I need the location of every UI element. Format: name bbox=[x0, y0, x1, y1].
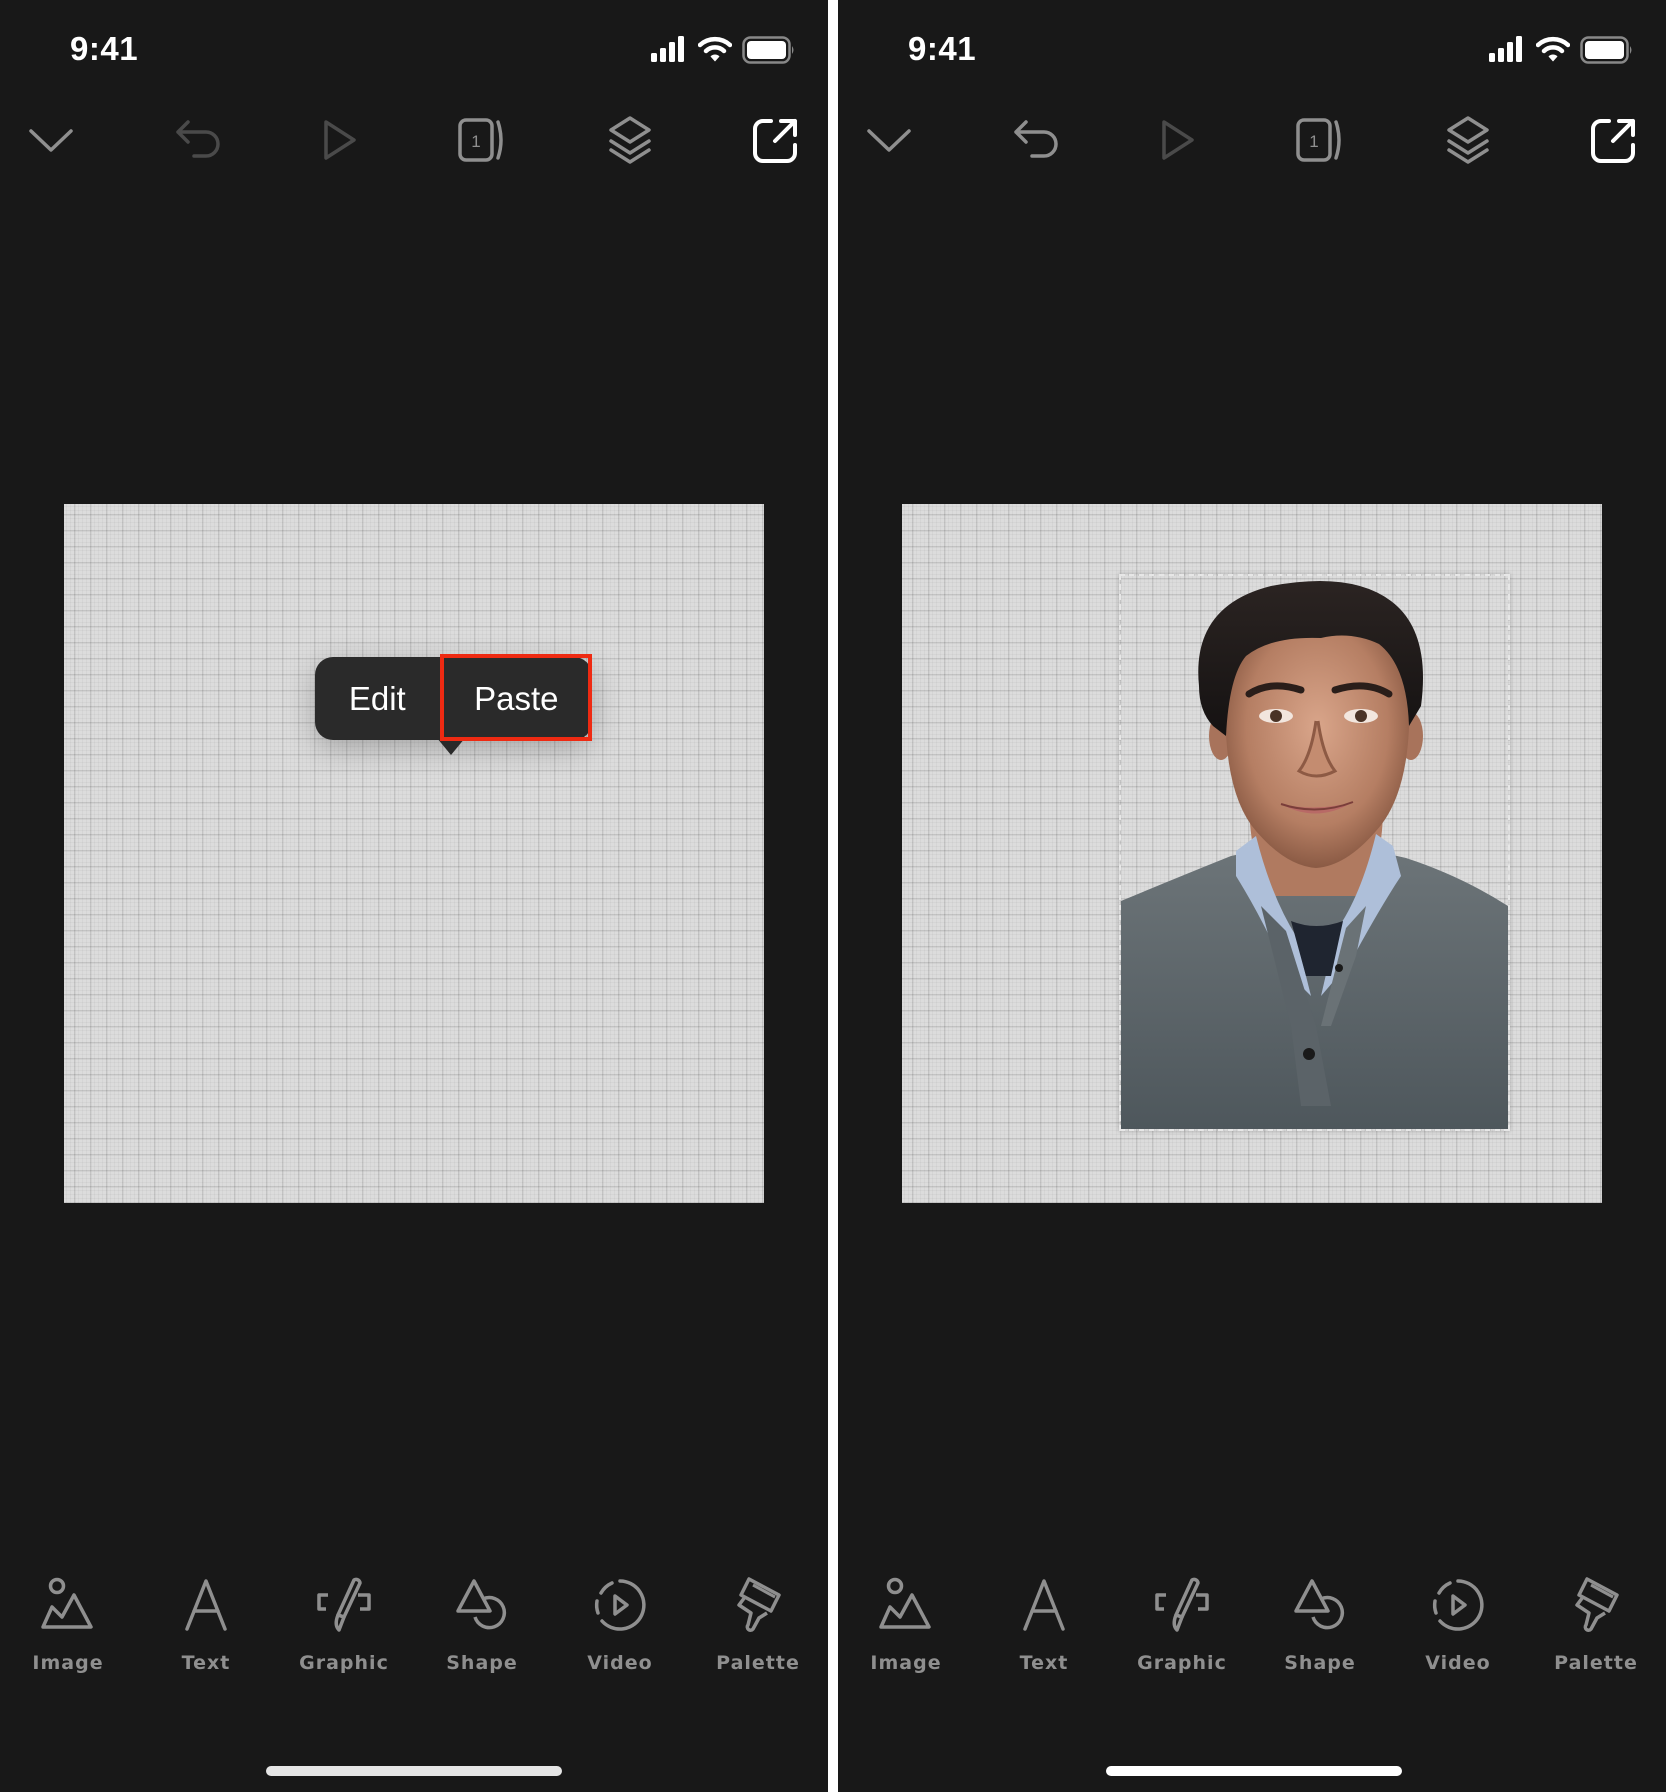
play-icon bbox=[1162, 120, 1194, 160]
status-time: 9:41 bbox=[70, 30, 139, 67]
status-icons bbox=[1488, 36, 1638, 64]
share-button[interactable] bbox=[746, 110, 806, 170]
svg-text:1: 1 bbox=[1309, 132, 1318, 151]
context-menu-pointer bbox=[437, 738, 465, 755]
palette-icon bbox=[1575, 1577, 1619, 1632]
layers-icon bbox=[609, 116, 651, 164]
pages-icon: 1 bbox=[1296, 118, 1341, 162]
video-label: Video bbox=[1425, 1652, 1491, 1674]
shape-icon bbox=[1294, 1579, 1345, 1630]
selected-image-element[interactable] bbox=[1119, 574, 1510, 1131]
preview-play-button[interactable] bbox=[1148, 110, 1208, 170]
home-indicator[interactable] bbox=[266, 1766, 562, 1776]
battery-icon bbox=[742, 36, 794, 64]
image-label: Image bbox=[32, 1652, 104, 1674]
top-toolbar: 1 bbox=[838, 110, 1666, 170]
undo-icon bbox=[176, 120, 220, 158]
add-video-button[interactable]: Video bbox=[560, 1570, 680, 1674]
text-icon bbox=[185, 1579, 227, 1631]
bottom-toolbar: Image Text Graphic Shape Video Palette bbox=[0, 1570, 828, 1700]
design-canvas[interactable] bbox=[902, 504, 1602, 1203]
undo-button[interactable] bbox=[169, 110, 229, 170]
cellular-signal-icon bbox=[1489, 36, 1522, 62]
add-shape-button[interactable]: Shape bbox=[1260, 1570, 1380, 1674]
video-icon bbox=[594, 1579, 646, 1631]
palette-label: Palette bbox=[716, 1652, 800, 1674]
graphic-icon bbox=[317, 1577, 371, 1632]
bottom-toolbar: Image Text Graphic Shape Video Palette bbox=[838, 1570, 1666, 1700]
add-graphic-button[interactable]: Graphic bbox=[284, 1570, 404, 1674]
status-icons bbox=[650, 36, 800, 64]
share-icon bbox=[753, 119, 797, 163]
svg-text:1: 1 bbox=[471, 132, 480, 151]
pages-icon: 1 bbox=[458, 118, 503, 162]
edit-menu-item[interactable]: Edit bbox=[315, 657, 441, 740]
layers-icon bbox=[1447, 116, 1489, 164]
add-text-button[interactable]: Text bbox=[146, 1570, 266, 1674]
battery-icon bbox=[1580, 36, 1632, 64]
status-time: 9:41 bbox=[908, 30, 977, 67]
layers-button[interactable] bbox=[600, 110, 660, 170]
undo-icon bbox=[1014, 120, 1058, 158]
context-menu: Edit Paste bbox=[315, 657, 592, 740]
image-label: Image bbox=[870, 1652, 942, 1674]
wifi-icon bbox=[1536, 36, 1570, 62]
undo-button[interactable] bbox=[1007, 110, 1067, 170]
top-toolbar: 1 bbox=[0, 110, 828, 170]
palette-button[interactable]: Palette bbox=[1536, 1570, 1656, 1674]
palette-label: Palette bbox=[1554, 1652, 1638, 1674]
collapse-button[interactable] bbox=[21, 110, 81, 170]
layers-button[interactable] bbox=[1438, 110, 1498, 170]
chevron-down-icon bbox=[867, 129, 911, 152]
add-graphic-button[interactable]: Graphic bbox=[1122, 1570, 1242, 1674]
graphic-label: Graphic bbox=[299, 1652, 389, 1674]
wifi-icon bbox=[698, 36, 732, 62]
add-image-button[interactable]: Image bbox=[8, 1570, 128, 1674]
paste-menu-item[interactable]: Paste bbox=[441, 657, 592, 740]
image-icon bbox=[879, 1577, 931, 1629]
add-shape-button[interactable]: Shape bbox=[422, 1570, 542, 1674]
share-icon bbox=[1591, 119, 1635, 163]
panel-divider bbox=[828, 0, 838, 1792]
text-label: Text bbox=[1019, 1652, 1069, 1674]
text-label: Text bbox=[181, 1652, 231, 1674]
palette-icon bbox=[737, 1577, 781, 1632]
shape-label: Shape bbox=[446, 1652, 518, 1674]
video-icon bbox=[1432, 1579, 1484, 1631]
design-canvas[interactable] bbox=[64, 504, 764, 1203]
add-video-button[interactable]: Video bbox=[1398, 1570, 1518, 1674]
add-image-button[interactable]: Image bbox=[846, 1570, 966, 1674]
phone-screen-before: 9:41 1 Edit Paste Image Text Graphic Sha… bbox=[0, 0, 828, 1792]
shape-label: Shape bbox=[1284, 1652, 1356, 1674]
share-button[interactable] bbox=[1584, 110, 1644, 170]
cellular-signal-icon bbox=[651, 36, 684, 62]
add-text-button[interactable]: Text bbox=[984, 1570, 1104, 1674]
pages-button[interactable]: 1 bbox=[453, 110, 513, 170]
collapse-button[interactable] bbox=[859, 110, 919, 170]
phone-screen-after: 9:41 1 Image Text Graphic Shape Video Pa… bbox=[838, 0, 1666, 1792]
image-icon bbox=[41, 1577, 93, 1629]
pages-button[interactable]: 1 bbox=[1291, 110, 1351, 170]
palette-button[interactable]: Palette bbox=[698, 1570, 818, 1674]
video-label: Video bbox=[587, 1652, 653, 1674]
shape-icon bbox=[456, 1579, 507, 1630]
preview-play-button[interactable] bbox=[310, 110, 370, 170]
chevron-down-icon bbox=[29, 129, 73, 152]
play-icon bbox=[324, 120, 356, 160]
home-indicator[interactable] bbox=[1106, 1766, 1402, 1776]
graphic-icon bbox=[1155, 1577, 1209, 1632]
graphic-label: Graphic bbox=[1137, 1652, 1227, 1674]
selection-bounding-box[interactable] bbox=[1119, 574, 1510, 1131]
text-icon bbox=[1023, 1579, 1065, 1631]
